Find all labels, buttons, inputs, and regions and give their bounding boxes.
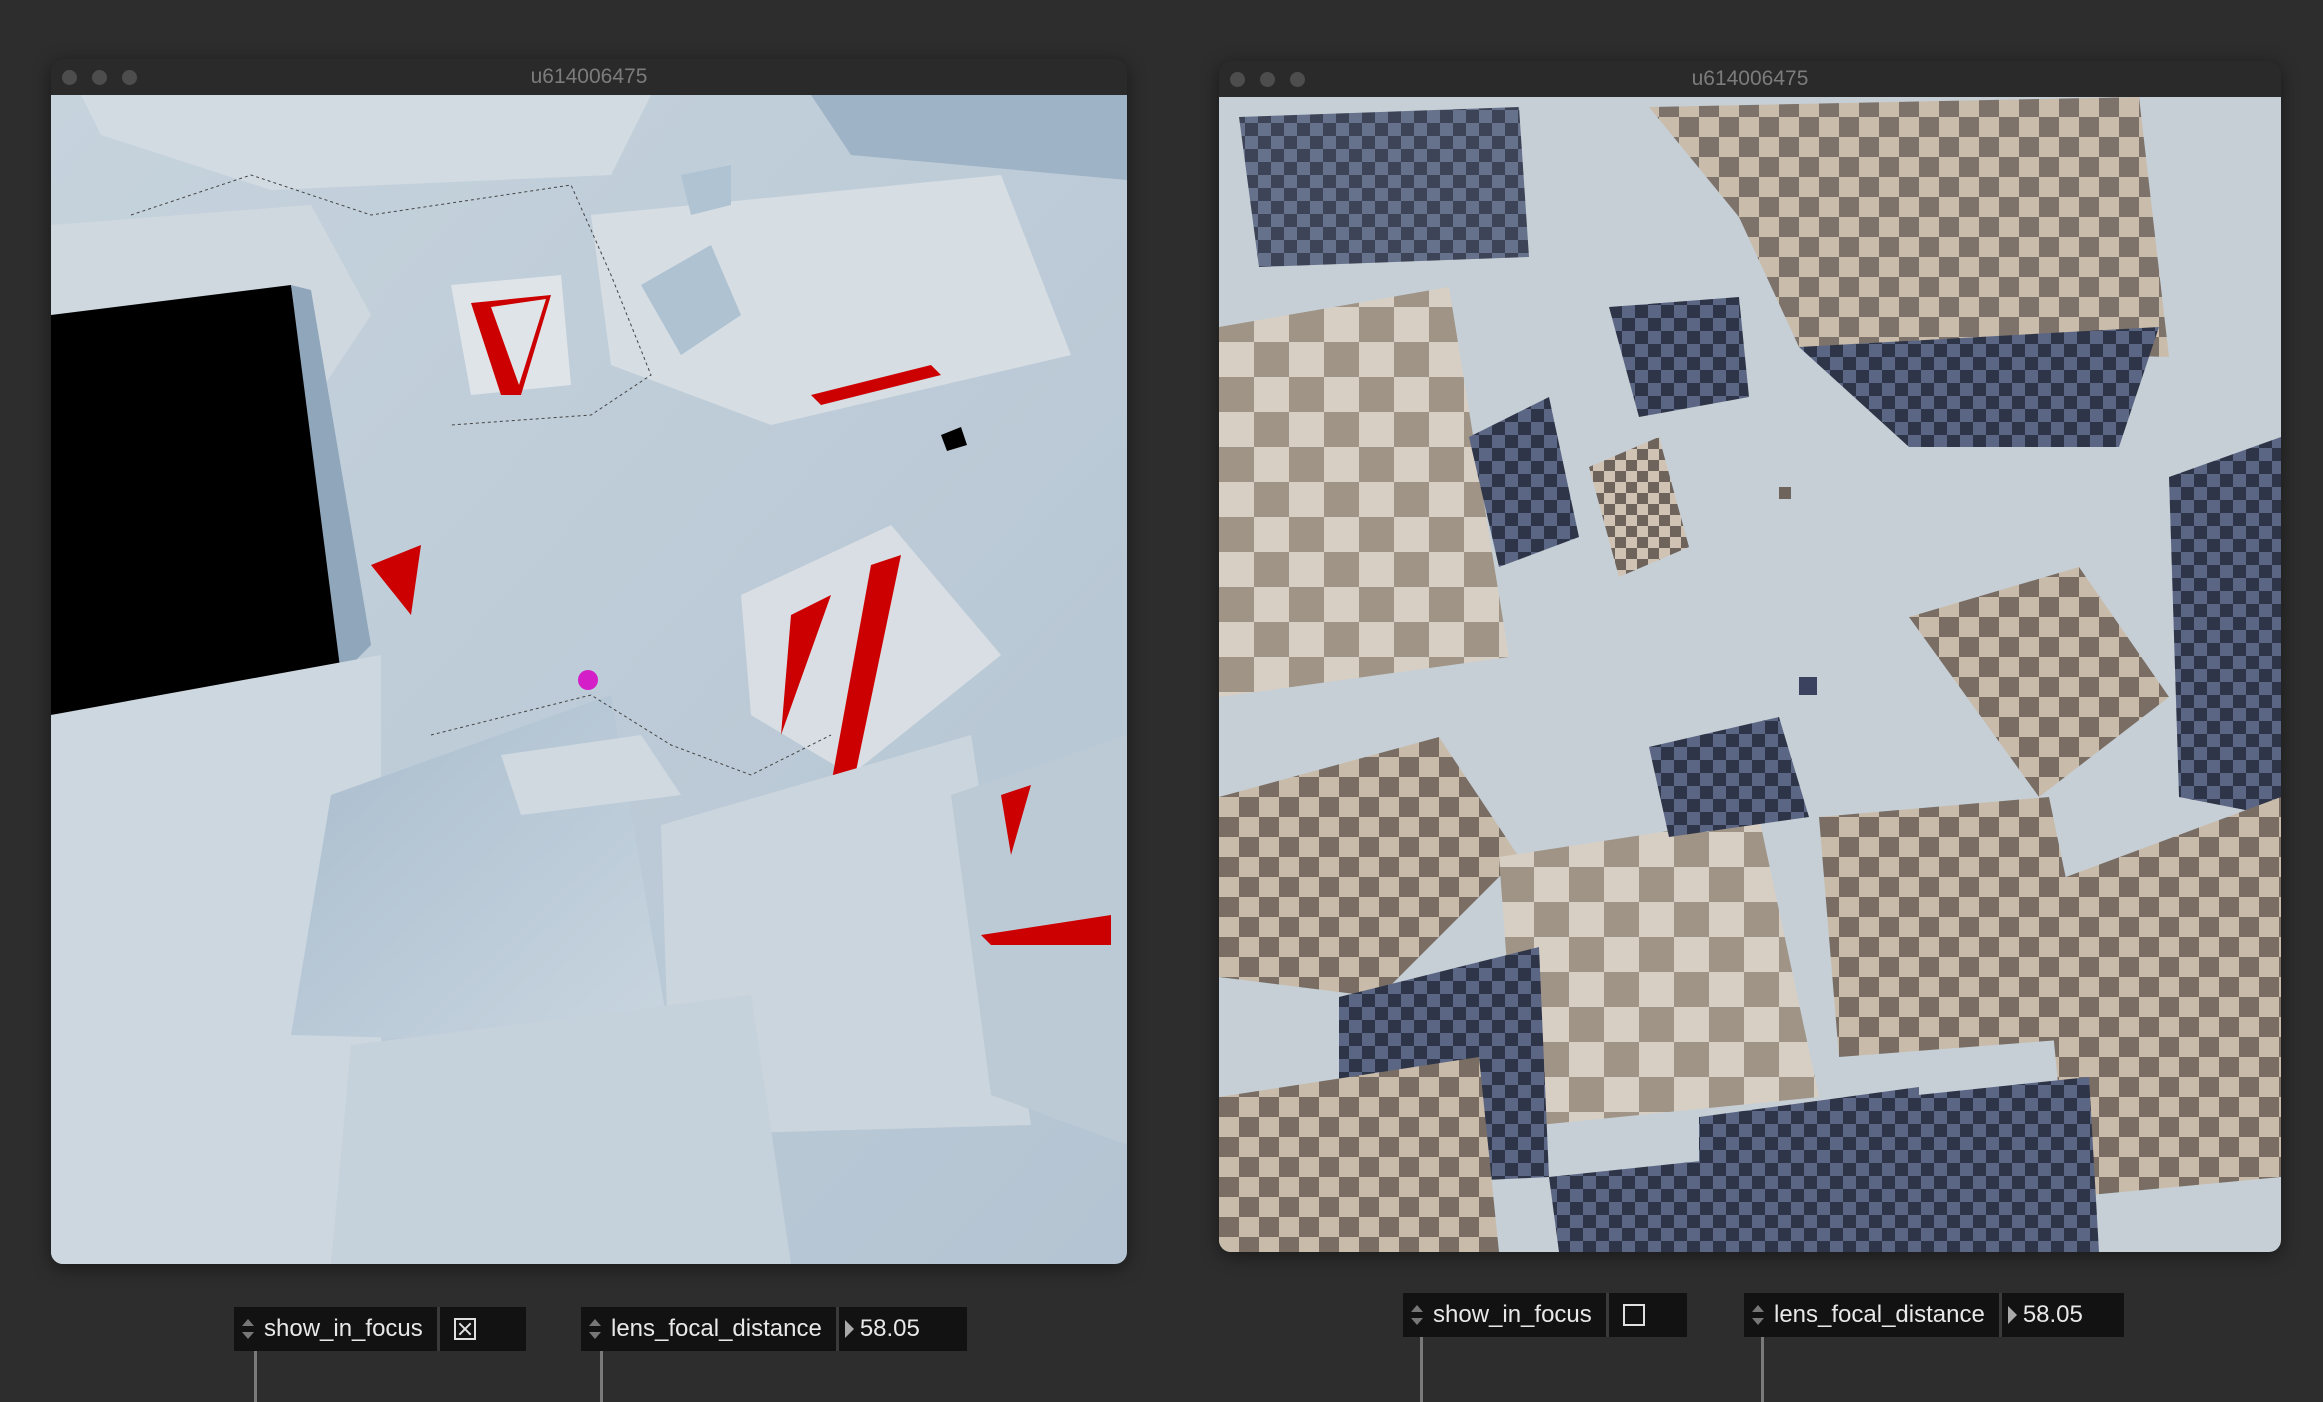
patch-cord bbox=[1761, 1337, 1764, 1402]
left-render-window[interactable]: u614006475 bbox=[51, 59, 1127, 1264]
param-label: lens_focal_distance bbox=[1774, 1301, 1985, 1328]
window-titlebar[interactable]: u614006475 bbox=[51, 59, 1127, 96]
play-arrow-icon bbox=[844, 1320, 854, 1338]
depth-of-field-viewport[interactable] bbox=[1219, 97, 2281, 1252]
patch-cord bbox=[1420, 1337, 1423, 1402]
right-render-window[interactable]: u614006475 bbox=[1219, 61, 2281, 1252]
focal-distance-value[interactable]: 58.05 bbox=[2023, 1301, 2083, 1329]
param-label: lens_focal_distance bbox=[611, 1315, 822, 1342]
param-label: show_in_focus bbox=[264, 1315, 423, 1342]
show-in-focus-param-right[interactable]: show_in_focus bbox=[1403, 1293, 1687, 1337]
focal-distance-value[interactable]: 58.05 bbox=[860, 1315, 920, 1343]
depth-of-field-render bbox=[1219, 97, 2281, 1252]
focal-distance-number-box[interactable]: 58.05 bbox=[2002, 1293, 2083, 1337]
window-titlebar[interactable]: u614006475 bbox=[1219, 61, 2281, 98]
lens-focal-distance-param-right[interactable]: lens_focal_distance 58.05 bbox=[1744, 1293, 2124, 1337]
window-title: u614006475 bbox=[530, 65, 648, 88]
focal-distance-number-box[interactable]: 58.05 bbox=[839, 1307, 920, 1351]
focus-debug-render bbox=[51, 95, 1127, 1264]
lens-focal-distance-param-left[interactable]: lens_focal_distance 58.05 bbox=[581, 1307, 967, 1351]
param-stepper-icon[interactable] bbox=[234, 1307, 262, 1351]
show-in-focus-param-left[interactable]: show_in_focus bbox=[234, 1307, 526, 1351]
patch-cord bbox=[600, 1351, 603, 1402]
show-in-focus-checkbox[interactable] bbox=[453, 1318, 476, 1340]
param-stepper-icon[interactable] bbox=[581, 1307, 609, 1351]
play-arrow-icon bbox=[2007, 1306, 2017, 1324]
param-stepper-icon[interactable] bbox=[1403, 1293, 1431, 1337]
focus-debug-viewport[interactable] bbox=[51, 95, 1127, 1264]
param-stepper-icon[interactable] bbox=[1744, 1293, 1772, 1337]
param-label: show_in_focus bbox=[1433, 1301, 1592, 1328]
show-in-focus-checkbox[interactable] bbox=[1622, 1304, 1645, 1326]
patch-cord bbox=[254, 1351, 257, 1402]
window-title: u614006475 bbox=[1691, 67, 1809, 90]
